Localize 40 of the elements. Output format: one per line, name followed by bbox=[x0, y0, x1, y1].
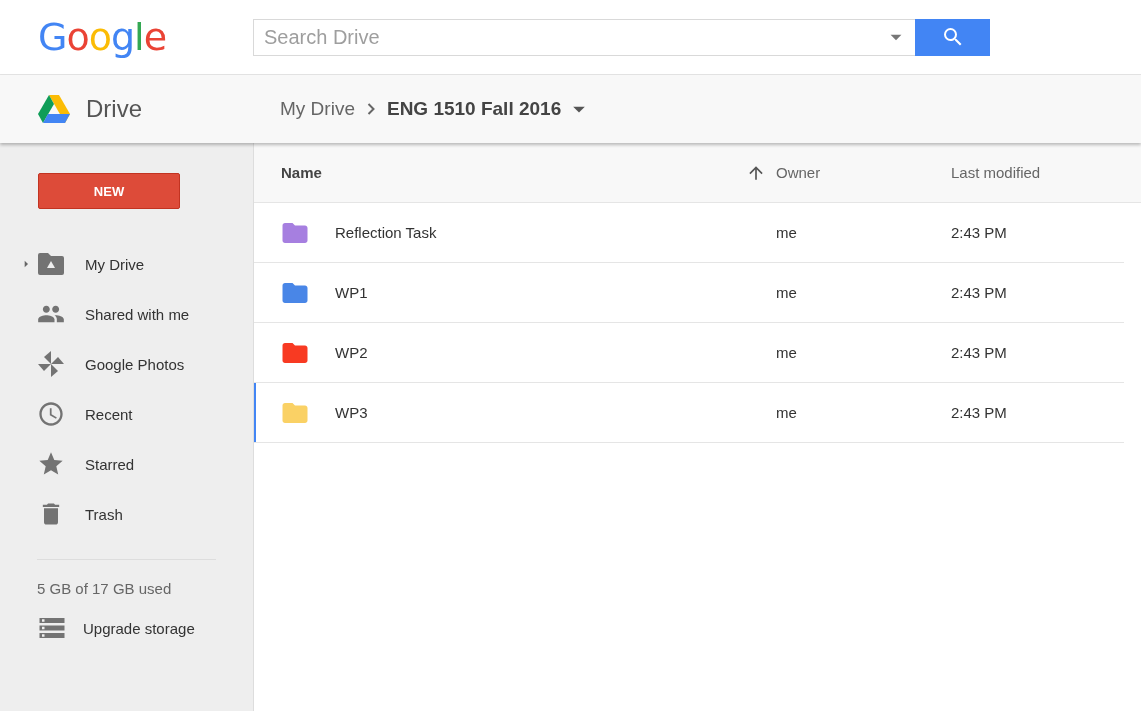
drive-logo-icon bbox=[38, 95, 70, 123]
modified-cell-text: 2:43 PM bbox=[951, 404, 1008, 421]
storage-usage: 5 GB of 17 GB used bbox=[37, 580, 173, 597]
pinwheel-icon bbox=[38, 351, 64, 377]
owner-cell-text: me bbox=[776, 344, 798, 361]
app-name: Drive bbox=[86, 95, 142, 123]
file-row[interactable]: WP2 me 2:43 PM bbox=[254, 323, 1124, 383]
column-header[interactable]: Owner bbox=[776, 164, 951, 181]
modified-cell-text: 2:43 PM bbox=[951, 284, 1008, 301]
clock-icon bbox=[37, 399, 65, 429]
file-row[interactable]: WP1 me 2:43 PM bbox=[254, 263, 1124, 323]
breadcrumb-item[interactable]: ENG 1510 Fall 2016 bbox=[386, 98, 562, 120]
search-button[interactable] bbox=[915, 18, 990, 56]
file-name: WP1 bbox=[335, 284, 368, 301]
chevron-icon bbox=[366, 103, 375, 115]
column-header[interactable]: Name bbox=[281, 164, 322, 181]
file-name: WP3 bbox=[335, 404, 368, 421]
file-name: WP2 bbox=[335, 344, 368, 361]
owner-cell-text: me bbox=[776, 404, 798, 421]
drive-folder-icon bbox=[38, 253, 64, 275]
sidebar-item[interactable]: Recent bbox=[0, 389, 253, 439]
upgrade-storage-link[interactable]: Upgrade storage bbox=[83, 619, 195, 637]
sidebar-item[interactable]: My Drive bbox=[0, 239, 253, 289]
file-row[interactable]: Reflection Task me 2:43 PM bbox=[254, 203, 1124, 263]
breadcrumb-item[interactable]: My Drive bbox=[280, 98, 355, 120]
column-header[interactable]: Last modified bbox=[951, 164, 1141, 181]
sidebar-item[interactable]: Trash bbox=[0, 489, 253, 539]
file-name: Reflection Task bbox=[335, 224, 437, 241]
owner-cell-text: me bbox=[776, 224, 798, 241]
google-logo: Google bbox=[37, 15, 168, 59]
file-row[interactable]: WP3 me 2:43 PM bbox=[254, 383, 1124, 443]
sidebar-item[interactable]: Shared with me bbox=[0, 289, 253, 339]
owner-cell-text: me bbox=[776, 284, 798, 301]
sidebar-item[interactable]: Google Photos bbox=[0, 339, 253, 389]
search-field[interactable]: Search Drive bbox=[254, 25, 883, 49]
search-bar[interactable]: Search Drive bbox=[253, 18, 990, 56]
new-button[interactable]: NEW bbox=[38, 173, 180, 209]
sidebar-item[interactable]: Starred bbox=[0, 439, 253, 489]
modified-cell-text: 2:43 PM bbox=[951, 224, 1008, 241]
modified-cell-text: 2:43 PM bbox=[951, 344, 1008, 361]
